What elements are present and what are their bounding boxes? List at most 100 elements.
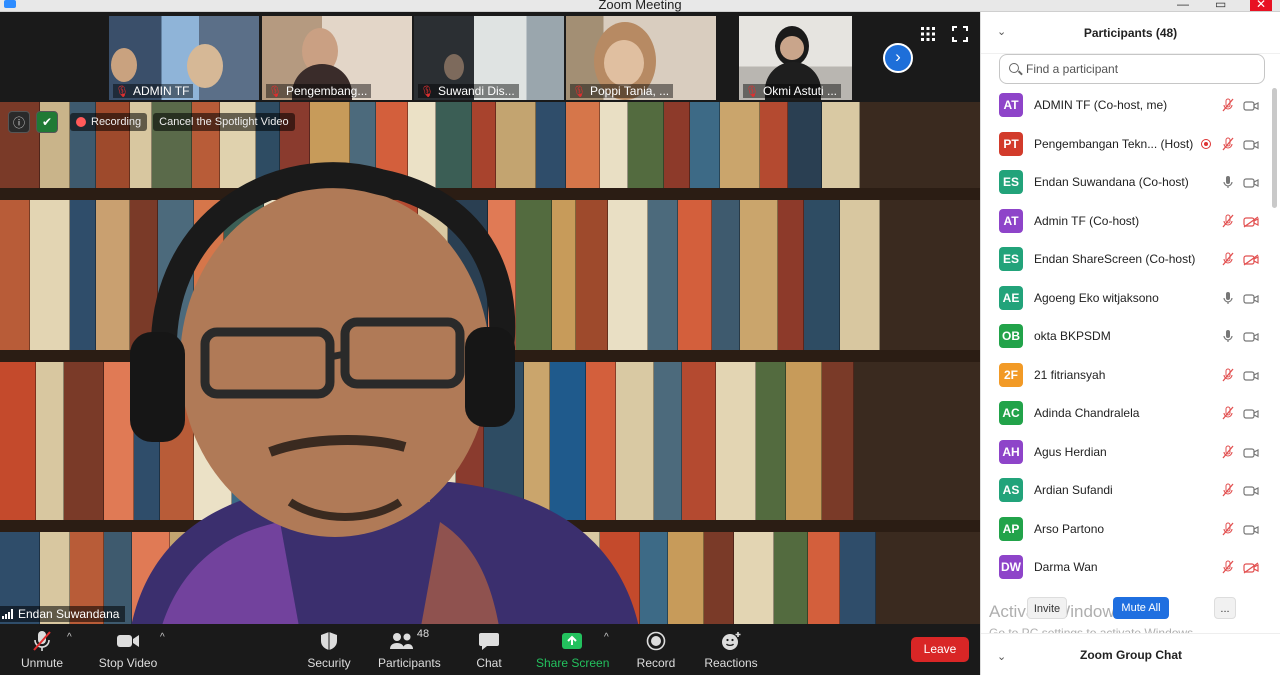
- video-tile[interactable]: 🎙 ADMIN TF: [109, 16, 259, 100]
- close-icon[interactable]: ✕: [1250, 0, 1273, 11]
- gallery-view-icon[interactable]: [920, 26, 936, 42]
- gallery-strip: 🎙 ADMIN TF 🎙 Pengembang... 🎙 Suwandi Dis...…: [0, 12, 980, 102]
- muted-mic-icon[interactable]: [1221, 483, 1235, 497]
- window-title: Zoom Meeting: [598, 0, 682, 12]
- cancel-spotlight-button[interactable]: Cancel the Spotlight Video: [153, 113, 295, 131]
- invite-button[interactable]: Invite: [1027, 597, 1067, 619]
- avatar: AE: [999, 285, 1023, 310]
- participant-name: Endan Suwandana (Co-host): [1034, 175, 1189, 189]
- participant-face: [780, 36, 804, 60]
- headphone-ear-left: [130, 332, 185, 442]
- participants-panel: ⌄ Participants (48) Find a participant A…: [980, 12, 1280, 675]
- mic-icon[interactable]: [1221, 175, 1235, 189]
- participant-face: [111, 48, 137, 82]
- participant-row[interactable]: DW Darma Wan: [981, 548, 1280, 587]
- audio-options-caret[interactable]: ^: [67, 632, 72, 643]
- muted-mic-icon[interactable]: [1221, 214, 1235, 228]
- avatar: AT: [999, 208, 1023, 233]
- record-button[interactable]: Record: [635, 628, 677, 670]
- participant-row[interactable]: AT ADMIN TF (Co-host, me): [981, 86, 1280, 125]
- participant-row[interactable]: OB okta BKPSDM: [981, 317, 1280, 356]
- speaker-name-label: Endan Suwandana: [0, 606, 126, 622]
- video-camera-icon[interactable]: [1243, 369, 1259, 381]
- share-options-caret[interactable]: ^: [604, 632, 609, 643]
- video-camera-icon[interactable]: [1243, 446, 1259, 458]
- video-camera-icon[interactable]: [1243, 523, 1259, 535]
- chat-header: ⌄ Zoom Group Chat: [981, 633, 1280, 675]
- chat-button[interactable]: Chat: [472, 628, 506, 670]
- muted-mic-icon: [33, 631, 51, 651]
- avatar: AC: [999, 401, 1023, 425]
- video-off-icon[interactable]: [1243, 215, 1259, 228]
- participant-row[interactable]: AE Agoeng Eko witjaksono: [981, 279, 1280, 318]
- muted-mic-icon: 🎙: [268, 86, 282, 98]
- video-off-icon[interactable]: [1243, 253, 1259, 266]
- video-camera-icon[interactable]: [1243, 292, 1259, 304]
- muted-mic-icon[interactable]: [1221, 98, 1235, 112]
- participant-row[interactable]: AS Ardian Sufandi: [981, 471, 1280, 510]
- minimize-icon[interactable]: —: [1177, 0, 1189, 11]
- video-camera-icon[interactable]: [1243, 176, 1259, 188]
- restore-icon[interactable]: ▭: [1215, 0, 1226, 11]
- panel-scrollbar[interactable]: [1272, 88, 1277, 208]
- participants-title: Participants (48): [1083, 26, 1178, 40]
- video-camera-icon[interactable]: [1243, 138, 1259, 150]
- reactions-button[interactable]: Reactions: [703, 628, 759, 670]
- participant-search-input[interactable]: Find a participant: [999, 54, 1265, 84]
- avatar: ES: [999, 247, 1023, 271]
- participant-row[interactable]: PT Pengembangan Tekn... (Host): [981, 125, 1280, 164]
- participant-row[interactable]: AH Agus Herdian: [981, 433, 1280, 472]
- participant-row[interactable]: ES Endan ShareScreen (Co-host): [981, 240, 1280, 279]
- tile-name: 🎙 ADMIN TF: [113, 84, 194, 98]
- video-camera-icon[interactable]: [1243, 484, 1259, 496]
- muted-mic-icon[interactable]: [1221, 406, 1235, 420]
- participant-name: Adinda Chandralela: [1034, 406, 1140, 420]
- participant-row[interactable]: AT Admin TF (Co-host): [981, 202, 1280, 241]
- mic-icon[interactable]: [1221, 329, 1235, 343]
- glasses-bridge: [329, 350, 346, 361]
- fullscreen-icon[interactable]: [952, 26, 968, 42]
- video-options-caret[interactable]: ^: [160, 632, 165, 643]
- recording-indicator[interactable]: Recording: [70, 113, 148, 131]
- security-button[interactable]: Security: [305, 628, 353, 670]
- encryption-shield-icon[interactable]: ✔: [36, 111, 58, 133]
- muted-mic-icon[interactable]: [1221, 445, 1235, 459]
- participants-button[interactable]: 48 Participants: [378, 628, 441, 670]
- participant-name: Endan ShareScreen (Co-host): [1034, 252, 1196, 266]
- video-tile[interactable]: 🎙 Poppi Tania, ...: [566, 16, 716, 100]
- meeting-info-icon[interactable]: ⓘ: [8, 111, 30, 133]
- next-page-button[interactable]: ›: [883, 43, 913, 73]
- participant-row[interactable]: AC Adinda Chandralela: [981, 394, 1280, 433]
- participants-header: ⌄ Participants (48): [981, 12, 1280, 54]
- recording-icon: [1201, 138, 1211, 149]
- participant-name: Admin TF (Co-host): [1034, 213, 1140, 228]
- muted-mic-icon[interactable]: [1221, 137, 1235, 151]
- share-screen-button[interactable]: Share Screen: [536, 628, 609, 670]
- smiley-plus-icon: [722, 632, 741, 650]
- participant-row[interactable]: ES Endan Suwandana (Co-host): [981, 163, 1280, 202]
- leave-button[interactable]: Leave: [911, 637, 969, 662]
- avatar: PT: [999, 131, 1023, 156]
- mute-all-button[interactable]: Mute All: [1113, 597, 1169, 619]
- video-tile[interactable]: 🎙 Okmi Astuti ...: [739, 16, 852, 100]
- stop-video-button[interactable]: Stop Video: [98, 628, 158, 670]
- video-tile[interactable]: 🎙 Suwandi Dis...: [414, 16, 564, 100]
- video-off-icon[interactable]: [1243, 561, 1259, 574]
- muted-mic-icon[interactable]: [1221, 252, 1235, 266]
- video-camera-icon[interactable]: [1243, 407, 1259, 419]
- participant-row[interactable]: AP Arso Partono: [981, 510, 1280, 549]
- unmute-button[interactable]: Unmute: [14, 628, 70, 670]
- participant-row[interactable]: 2F 21 fitriansyah: [981, 356, 1280, 395]
- video-camera-icon[interactable]: [1243, 330, 1259, 342]
- more-options-button[interactable]: ...: [1214, 597, 1236, 619]
- video-camera-icon[interactable]: [1243, 99, 1259, 111]
- muted-mic-icon[interactable]: [1221, 560, 1235, 574]
- mic-icon[interactable]: [1221, 291, 1235, 305]
- avatar: OB: [999, 324, 1023, 348]
- main-video[interactable]: ⓘ ✔ Recording Cancel the Spotlight Video…: [0, 102, 980, 624]
- muted-mic-icon[interactable]: [1221, 368, 1235, 382]
- chat-title: Zoom Group Chat: [1080, 648, 1182, 662]
- avatar: AT: [999, 93, 1023, 117]
- muted-mic-icon[interactable]: [1221, 522, 1235, 536]
- video-tile[interactable]: 🎙 Pengembang...: [262, 16, 412, 100]
